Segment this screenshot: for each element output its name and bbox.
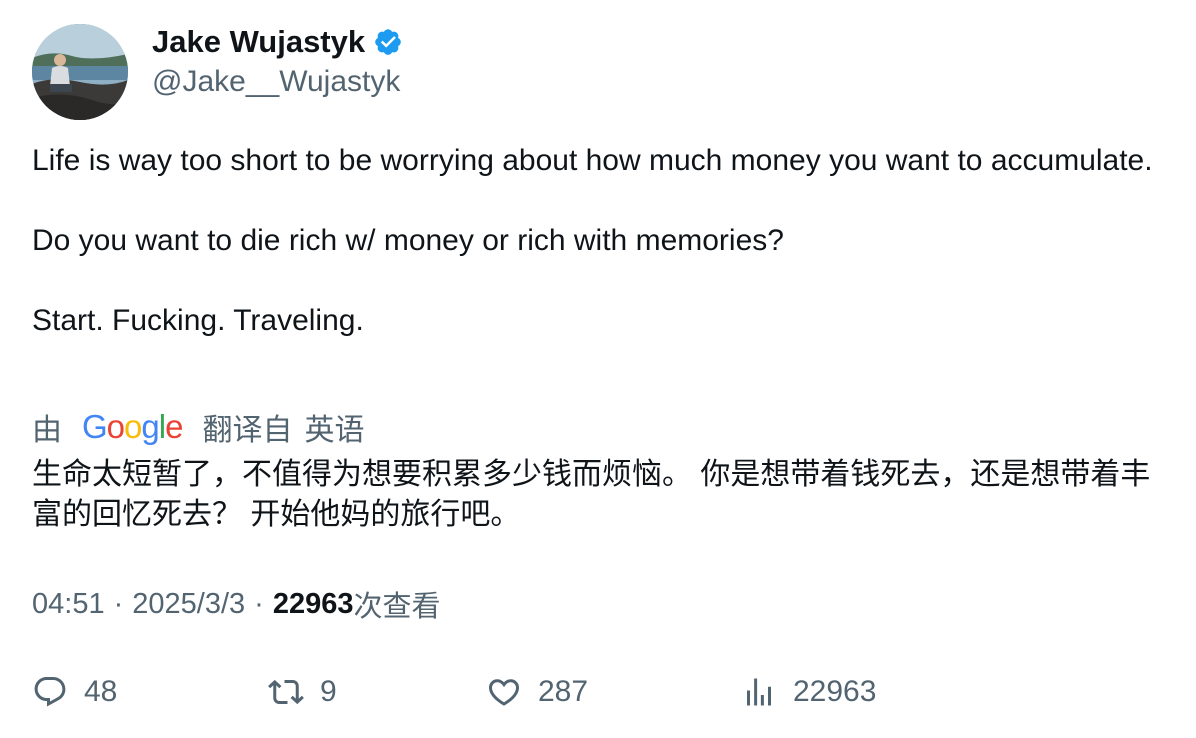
tweet-meta: 04:51 · 2025/3/3 · 22963 次查看 xyxy=(32,584,440,624)
retweet-count: 9 xyxy=(320,675,337,708)
views-action-count: 22963 xyxy=(793,675,877,708)
user-handle[interactable]: @Jake__Wujastyk xyxy=(152,62,400,102)
translation-attribution[interactable]: 由 Google 翻译自 英语 xyxy=(32,405,364,449)
author-name-row[interactable]: Jake Wujastyk xyxy=(152,22,403,62)
reply-icon xyxy=(34,677,66,707)
bar-chart-icon xyxy=(747,678,771,706)
retweet-icon xyxy=(268,679,304,705)
verified-badge-icon[interactable] xyxy=(373,27,403,57)
reply-button[interactable]: 48 xyxy=(32,670,117,714)
translated-text: 生命太短暂了，不值得为想要积累多少钱而烦恼。 你是想带着钱死去，还是想带着丰富的… xyxy=(32,458,1151,531)
views-count: 22963 xyxy=(272,587,354,620)
like-count: 287 xyxy=(538,675,589,708)
avatar[interactable] xyxy=(32,24,128,120)
like-button[interactable]: 287 xyxy=(486,670,588,714)
heart-icon xyxy=(488,679,520,706)
tweet-date[interactable]: 2025/3/3 xyxy=(132,588,245,621)
meta-separator: · xyxy=(254,587,264,620)
reply-count: 48 xyxy=(84,675,118,708)
meta-separator: · xyxy=(113,587,124,620)
tweet-paragraph: Do you want to die rich w/ money or rich… xyxy=(32,224,784,257)
tweet-text: Life is way too short to be worrying abo… xyxy=(32,141,1164,341)
retweet-button[interactable]: 9 xyxy=(268,670,337,714)
tweet-paragraph: Life is way too short to be worrying abo… xyxy=(32,144,1153,177)
translation-source-label: 翻译自 xyxy=(202,414,293,447)
display-name[interactable]: Jake Wujastyk xyxy=(152,22,365,62)
views-suffix: 次查看 xyxy=(353,591,441,623)
tweet-paragraph: Start. Fucking. Traveling. xyxy=(32,304,364,337)
profile-photo xyxy=(32,24,128,120)
views-button[interactable]: 22963 xyxy=(741,670,876,714)
translation-language: 英语 xyxy=(304,414,365,447)
google-logo: Google xyxy=(82,408,183,445)
translation-prefix: 由 xyxy=(32,414,62,447)
tweet-time[interactable]: 04:51 xyxy=(32,588,105,621)
